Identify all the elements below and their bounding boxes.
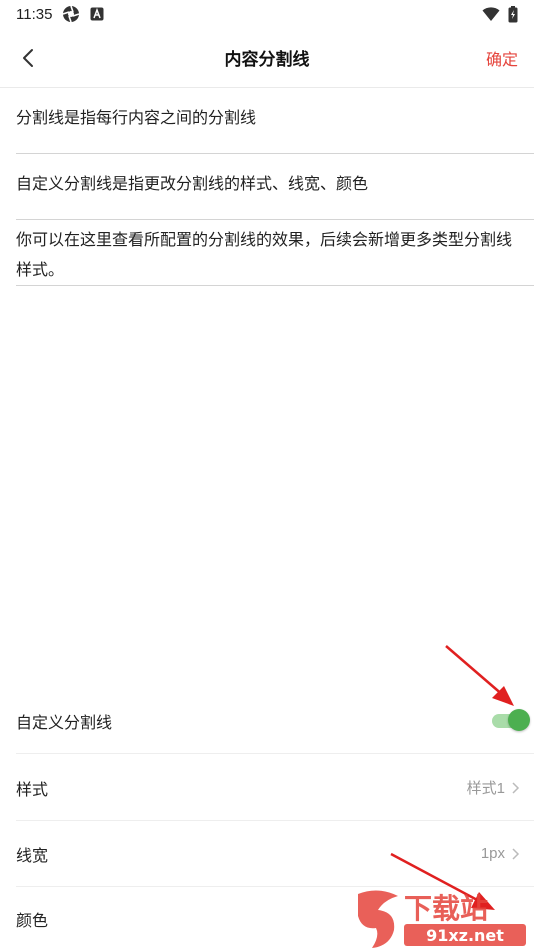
- description-line-1: 分割线是指每行内容之间的分割线: [16, 104, 534, 154]
- line-width-label: 线宽: [16, 847, 49, 865]
- description-line-3: 你可以在这里查看所配置的分割线的效果，后续会新增更多类型分割线样式。: [16, 226, 534, 286]
- chevron-left-icon: [23, 49, 33, 67]
- page-title: 内容分割线: [224, 50, 310, 69]
- style-label: 样式: [16, 781, 49, 799]
- watermark-logo-graphic: 下载站 91xz.net: [358, 890, 526, 948]
- annotation-arrow-toggle: [445, 645, 514, 706]
- style-value-group: 样式1: [467, 777, 520, 798]
- confirm-button[interactable]: 确定: [486, 46, 518, 70]
- watermark-url: 91xz.net: [426, 926, 504, 945]
- custom-divider-label: 自定义分割线: [16, 714, 113, 732]
- style-value: 样式1: [466, 780, 505, 797]
- style-row[interactable]: 样式 样式1: [16, 755, 534, 821]
- status-time: 11:35: [16, 5, 53, 23]
- wifi-icon: [482, 7, 500, 21]
- back-button[interactable]: [14, 44, 42, 72]
- status-bar: 11:35: [0, 0, 534, 28]
- battery-icon: [508, 5, 518, 22]
- a-badge-icon: [90, 7, 104, 21]
- nav-bar: 内容分割线 确定: [0, 28, 534, 88]
- watermark-title: 下载站: [404, 892, 488, 925]
- chevron-right-icon: [512, 847, 520, 860]
- chevron-right-icon: [512, 781, 520, 794]
- status-right-icons: [482, 5, 518, 23]
- watermark-logo: 下载站 91xz.net: [354, 886, 534, 950]
- description-line-2: 自定义分割线是指更改分割线的样式、线宽、颜色: [16, 170, 534, 220]
- status-left-icons: [62, 5, 104, 23]
- color-label: 颜色: [16, 913, 49, 930]
- aperture-icon: [63, 5, 80, 23]
